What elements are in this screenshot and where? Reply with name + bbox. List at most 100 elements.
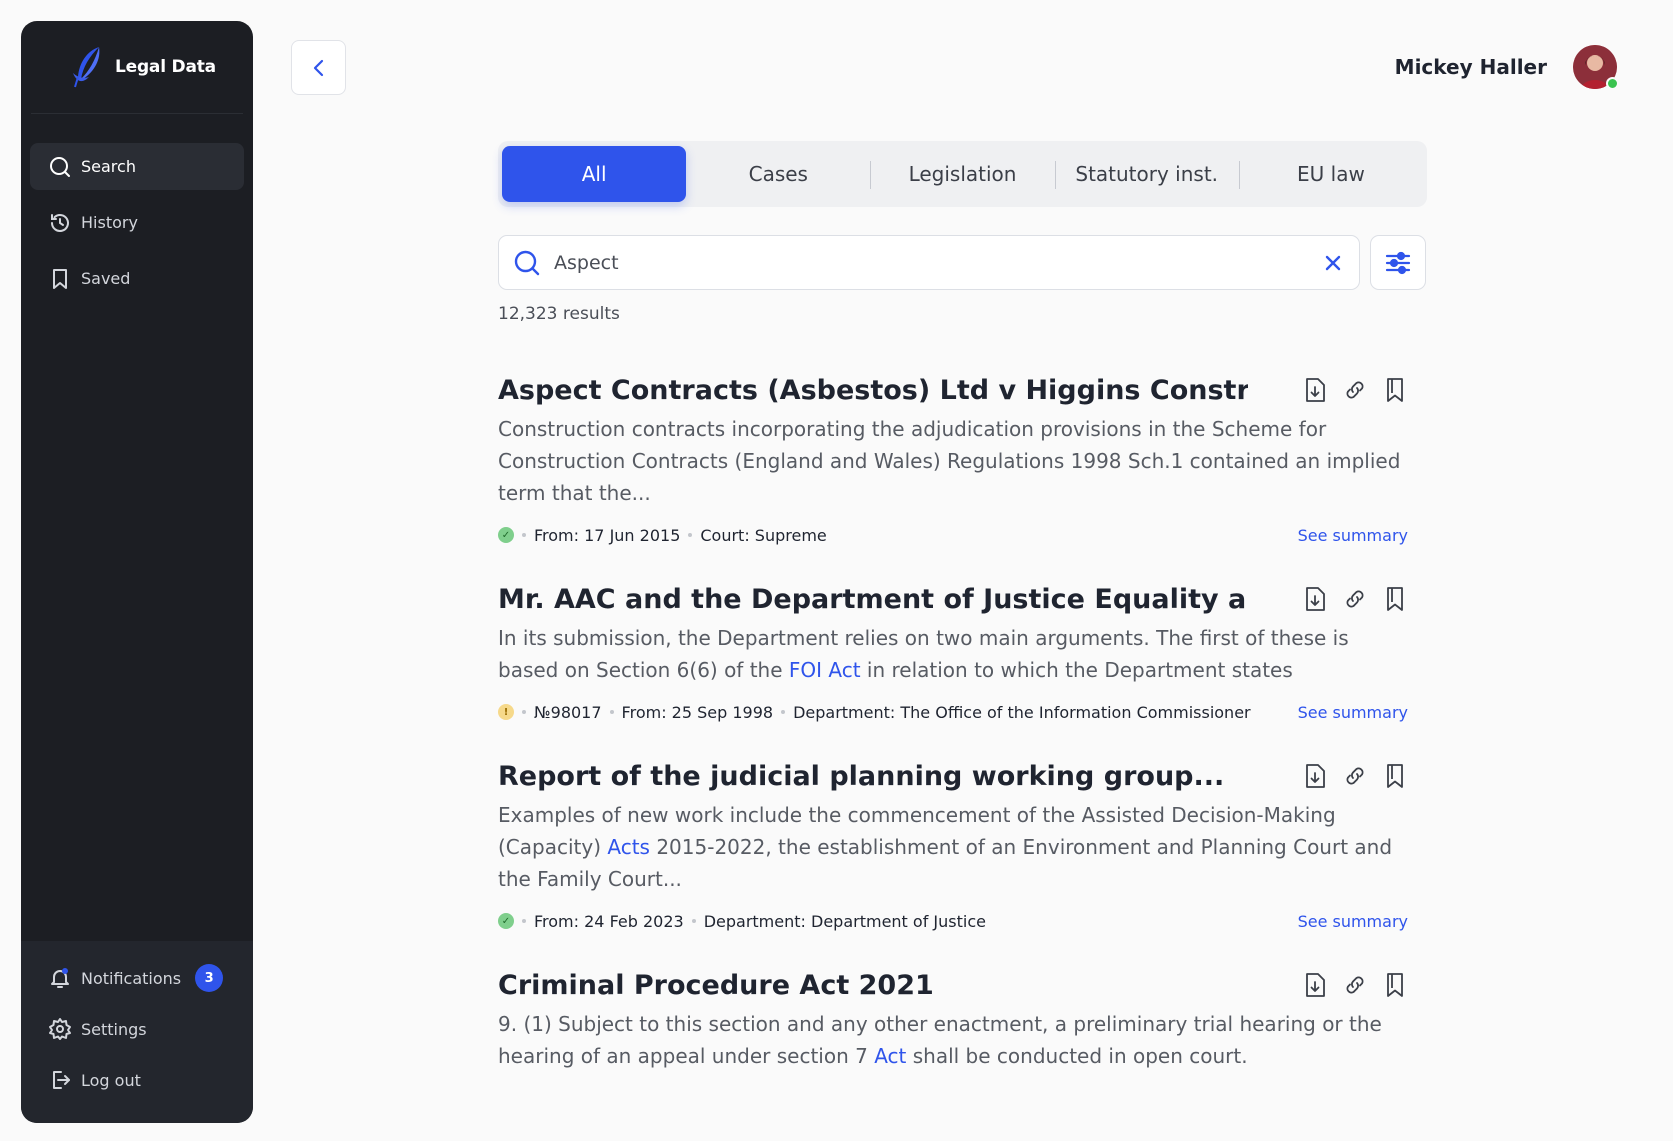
snippet-link[interactable]: FOI Act [789, 658, 861, 682]
brand-name: Legal Data [115, 57, 216, 77]
result-item: Aspect Contracts (Asbestos) Ltd v Higgin… [498, 372, 1408, 547]
separator-dot [522, 919, 526, 923]
download-file-icon[interactable] [1302, 585, 1328, 613]
see-summary-link[interactable]: See summary [1298, 703, 1408, 722]
result-snippet: In its submission, the Department relies… [498, 622, 1408, 686]
back-button[interactable] [291, 40, 346, 95]
tab-legislation[interactable]: Legislation [870, 146, 1054, 202]
nav-item-saved[interactable]: Saved [30, 255, 244, 302]
logout-icon [53, 1071, 70, 1089]
download-file-icon[interactable] [1302, 376, 1328, 404]
meta-date: From: 25 Sep 1998 [621, 702, 774, 722]
result-actions [1302, 376, 1408, 404]
nav-item-logout[interactable]: Log out [30, 1059, 244, 1101]
filter-button[interactable] [1370, 235, 1426, 290]
separator-dot [609, 710, 614, 714]
main-nav: Search History Saved [21, 114, 253, 302]
result-meta: ✓ From: 17 Jun 2015 Court: Supreme See s… [498, 523, 1408, 547]
result-snippet: Construction contracts incorporating the… [498, 413, 1408, 509]
result-item: Report of the judicial planning working … [498, 758, 1408, 933]
link-icon[interactable] [1342, 585, 1368, 613]
chevron-left-icon [313, 59, 323, 76]
snippet-text: Construction contracts incorporating the… [498, 417, 1401, 505]
meta-department: Department: Department of Justice [703, 911, 986, 931]
see-summary-link[interactable]: See summary [1298, 912, 1408, 931]
avatar[interactable] [1573, 45, 1619, 90]
result-item: Criminal Procedure Act 2021 9. (1) Subje… [498, 967, 1408, 1072]
nav-item-label: Settings [81, 1019, 147, 1039]
result-actions [1302, 762, 1408, 790]
result-actions [1302, 585, 1408, 613]
bookmark-icon[interactable] [1382, 376, 1408, 404]
result-meta: ! №98017 From: 25 Sep 1998 Department: T… [498, 700, 1408, 724]
feather-logo-icon [73, 47, 100, 88]
tab-all[interactable]: All [502, 146, 687, 202]
result-item: Mr. AAC and the Department of Justice Eq… [498, 581, 1408, 724]
link-icon[interactable] [1342, 762, 1368, 790]
sidebar: Legal Data Search History Saved Notifica… [21, 21, 253, 1123]
snippet-text: shall be conducted in open court. [906, 1044, 1248, 1068]
status-verified-icon: ✓ [498, 527, 514, 543]
result-title[interactable]: Aspect Contracts (Asbestos) Ltd v Higgin… [498, 372, 1248, 410]
search-icon [514, 250, 540, 275]
snippet-link[interactable]: Act [874, 1044, 906, 1068]
snippet-text: in relation to which the Department stat… [860, 658, 1293, 682]
link-icon[interactable] [1342, 376, 1368, 404]
search-bar [498, 235, 1360, 290]
nav-item-notifications[interactable]: Notifications 3 [30, 957, 244, 999]
result-meta: ✓ From: 24 Feb 2023 Department: Departme… [498, 909, 1408, 933]
result-title[interactable]: Mr. AAC and the Department of Justice Eq… [498, 581, 1248, 619]
history-icon [51, 213, 69, 232]
result-title[interactable]: Report of the judicial planning working … [498, 758, 1248, 796]
nav-item-label: Notifications [81, 968, 182, 988]
nav-item-search[interactable]: Search [30, 143, 244, 190]
sidebar-footer: Notifications 3 Settings Log out [21, 941, 253, 1123]
download-file-icon[interactable] [1302, 762, 1328, 790]
nav-item-label: Log out [81, 1070, 141, 1090]
status-warning-icon: ! [498, 704, 514, 720]
sliders-icon [1385, 251, 1411, 274]
bookmark-icon[interactable] [1382, 585, 1408, 613]
bookmark-icon[interactable] [1382, 971, 1408, 999]
see-summary-link[interactable]: See summary [1298, 526, 1408, 545]
tab-eu-law[interactable]: EU law [1238, 146, 1423, 202]
meta-department: Department: The Office of the Informatio… [793, 702, 1251, 722]
download-file-icon[interactable] [1302, 971, 1328, 999]
user-menu[interactable]: Mickey Haller [1394, 45, 1619, 90]
tab-statutory-instruments[interactable]: Statutory inst. [1054, 146, 1239, 202]
status-verified-icon: ✓ [498, 913, 514, 929]
category-tabs: All Cases Legislation Statutory inst. EU… [498, 141, 1427, 207]
meta-date: From: 17 Jun 2015 [534, 525, 681, 545]
separator-dot [691, 919, 696, 923]
nav-item-history[interactable]: History [30, 199, 244, 246]
separator-dot [522, 533, 526, 537]
separator-dot [522, 710, 526, 714]
search-input[interactable] [554, 251, 1321, 274]
nav-item-label: Search [81, 157, 136, 176]
notifications-badge: 3 [195, 964, 224, 992]
link-icon[interactable] [1342, 971, 1368, 999]
user-name: Mickey Haller [1394, 55, 1547, 79]
separator-dot [688, 533, 693, 537]
snippet-link[interactable]: Acts [607, 835, 650, 859]
bookmark-icon[interactable] [1382, 762, 1408, 790]
result-snippet: Examples of new work include the commenc… [498, 799, 1408, 895]
tab-cases[interactable]: Cases [686, 146, 870, 202]
separator-dot [781, 710, 786, 714]
meta-date: From: 24 Feb 2023 [534, 911, 684, 931]
result-snippet: 9. (1) Subject to this section and any o… [498, 1008, 1408, 1072]
nav-item-label: History [81, 213, 138, 232]
results-count: 12,323 results [498, 304, 620, 324]
results-list: Aspect Contracts (Asbestos) Ltd v Higgin… [498, 372, 1408, 1106]
bell-icon [51, 968, 69, 988]
bookmark-icon [53, 268, 67, 289]
meta-number: №98017 [534, 702, 602, 722]
result-actions [1302, 971, 1408, 999]
result-title[interactable]: Criminal Procedure Act 2021 [498, 967, 1248, 1005]
nav-item-settings[interactable]: Settings [30, 1008, 244, 1050]
brand[interactable]: Legal Data [31, 21, 243, 114]
close-icon[interactable] [1321, 251, 1345, 275]
search-icon [50, 156, 70, 177]
gear-icon [49, 1018, 71, 1040]
online-status-dot [1606, 77, 1619, 90]
